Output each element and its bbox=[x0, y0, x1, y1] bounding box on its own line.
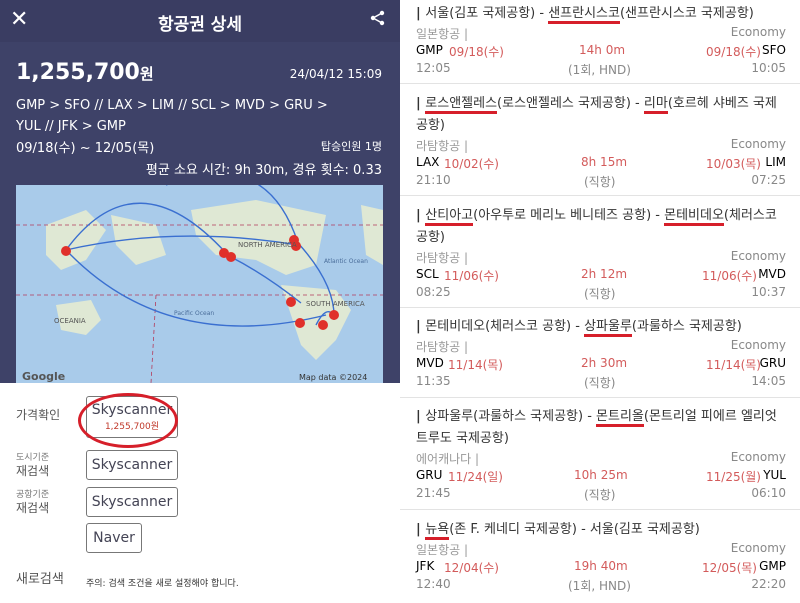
segment-time-row: GRU 11/24(일) 10h 25m 11/25(월) YUL bbox=[416, 468, 786, 484]
google-logo: Google bbox=[22, 370, 65, 383]
segment-airline-row: 라탐항공 | Economy bbox=[416, 338, 786, 354]
new-search-label[interactable]: 새로검색 bbox=[16, 573, 64, 586]
segment-clock-row: 08:25 (직항) 10:37 bbox=[416, 285, 786, 301]
segment-airline-row: 일본항공 | Economy bbox=[416, 25, 786, 41]
average-stats: 평균 소요 시간: 9h 30m, 경유 횟수: 0.33 bbox=[145, 163, 382, 178]
segment-clock-row: 12:05 (1회, HND) 10:05 bbox=[416, 61, 786, 77]
trip-dates: 09/18(수) ~ 12/05(목) bbox=[16, 141, 155, 156]
page-title: 항공권 상세 bbox=[157, 15, 243, 35]
naver-button[interactable]: Naver bbox=[86, 523, 142, 553]
segment-title: | 몬테비데오(체러스코 공항) - 상파울루(과룰하스 국제공항) bbox=[416, 316, 786, 338]
divider bbox=[400, 83, 800, 84]
segment-title: | 로스앤젤레스(로스앤젤레스 국제공항) - 리마(호르헤 샤베즈 국제공항) bbox=[416, 96, 777, 133]
segment-title: | 서울(김포 국제공항) - 샌프란시스코(샌프란시스코 국제공항) bbox=[416, 3, 786, 25]
segment-airline-row: 라탐항공 | Economy bbox=[416, 137, 786, 153]
divider bbox=[400, 307, 800, 308]
segment-time-row: GMP 09/18(수) 14h 0m 09/18(수) SFO bbox=[416, 43, 786, 59]
segment-title: | 산티아고(아우투로 메리노 베니테즈 공항) - 몬테비데오(체러스코 공항… bbox=[416, 208, 777, 245]
route-summary: GMP > SFO // LAX > LIM // SCL > MVD > GR… bbox=[16, 95, 376, 137]
share-icon[interactable] bbox=[370, 10, 386, 30]
divider bbox=[400, 397, 800, 398]
map-label-south-america: SOUTH AMERICA bbox=[306, 300, 365, 308]
segment-clock-row: 11:35 (직항) 14:05 bbox=[416, 374, 786, 390]
skyscanner-airport-button[interactable]: Skyscanner bbox=[86, 487, 178, 517]
left-panel: ✕ 항공권 상세 1,255,700원 24/04/12 15:09 GMP >… bbox=[0, 0, 400, 603]
map-label-oceania: OCEANIA bbox=[54, 317, 86, 325]
highlight-circle bbox=[78, 393, 178, 448]
map-label-atlantic: Atlantic Ocean bbox=[324, 258, 368, 265]
divider bbox=[400, 509, 800, 510]
header-bar: ✕ 항공권 상세 bbox=[0, 0, 400, 42]
segment-airline-row: 일본항공 | Economy bbox=[416, 541, 786, 557]
airport-research-label: 공항기준 재검색 bbox=[16, 490, 50, 515]
segment-time-row: MVD 11/14(목) 2h 30m 11/14(목) GRU bbox=[416, 356, 786, 372]
flight-segment[interactable]: | 몬테비데오(체러스코 공항) - 상파울루(과룰하스 국제공항) 라탐항공 … bbox=[416, 316, 786, 392]
flight-segment[interactable]: | 산티아고(아우투로 메리노 베니테즈 공항) - 몬테비데오(체러스코 공항… bbox=[416, 205, 786, 303]
segment-clock-row: 12:40 (1회, HND) 22:20 bbox=[416, 577, 786, 593]
map-attribution: Map data ©2024 bbox=[299, 373, 367, 382]
flight-segment[interactable]: | 서울(김포 국제공항) - 샌프란시스코(샌프란시스코 국제공항) 일본항공… bbox=[416, 3, 786, 79]
segment-time-row: LAX 10/02(수) 8h 15m 10/03(목) LIM bbox=[416, 155, 786, 171]
flight-segment[interactable]: | 상파울루(과룰하스 국제공항) - 몬트리올(몬트리얼 피에르 엘리엇 트루… bbox=[416, 406, 786, 504]
segment-airline-row: 에어캐나다 | Economy bbox=[416, 450, 786, 466]
price-check-label: 가격확인 bbox=[16, 408, 61, 422]
segment-list: | 서울(김포 국제공항) - 샌프란시스코(샌프란시스코 국제공항) 일본항공… bbox=[400, 0, 800, 603]
flight-segment[interactable]: | 뉴욕(존 F. 케네디 국제공항) - 서울(김포 국제공항) 일본항공 |… bbox=[416, 519, 786, 595]
segment-time-row: SCL 11/06(수) 2h 12m 11/06(수) MVD bbox=[416, 267, 786, 283]
city-research-label: 도시기준 재검색 bbox=[16, 453, 50, 478]
segment-title: | 뉴욕(존 F. 케네디 국제공항) - 서울(김포 국제공항) bbox=[416, 519, 786, 541]
map-label-pacific: Pacific Ocean bbox=[174, 310, 214, 317]
total-price: 1,255,700원 bbox=[16, 60, 154, 85]
segment-title: | 상파울루(과룰하스 국제공항) - 몬트리올(몬트리얼 피에르 엘리엇 트루… bbox=[416, 409, 777, 446]
skyscanner-city-button[interactable]: Skyscanner bbox=[86, 450, 178, 480]
route-line-1: GMP > SFO // LAX > LIM // SCL > MVD > GR… bbox=[16, 98, 328, 113]
segment-time-row: JFK 12/04(수) 19h 40m 12/05(목) GMP bbox=[416, 559, 786, 575]
map-label-north-america: NORTH AMERICA bbox=[238, 241, 297, 249]
route-line-2: YUL // JFK > GMP bbox=[16, 119, 126, 134]
route-map[interactable]: NORTH AMERICA SOUTH AMERICA OCEANIA Atla… bbox=[16, 185, 383, 383]
new-search-note: 주의: 검색 조건을 새로 설정해야 합니다. bbox=[86, 579, 239, 589]
segment-clock-row: 21:10 (직항) 07:25 bbox=[416, 173, 786, 189]
segment-clock-row: 21:45 (직항) 06:10 bbox=[416, 486, 786, 502]
passenger-count: 탑승인원 1명 bbox=[320, 140, 382, 153]
flight-segment[interactable]: | 로스앤젤레스(로스앤젤레스 국제공항) - 리마(호르헤 샤베즈 국제공항)… bbox=[416, 93, 786, 191]
divider bbox=[400, 195, 800, 196]
segment-airline-row: 라탐항공 | Economy bbox=[416, 249, 786, 265]
timestamp: 24/04/12 15:09 bbox=[289, 67, 382, 81]
